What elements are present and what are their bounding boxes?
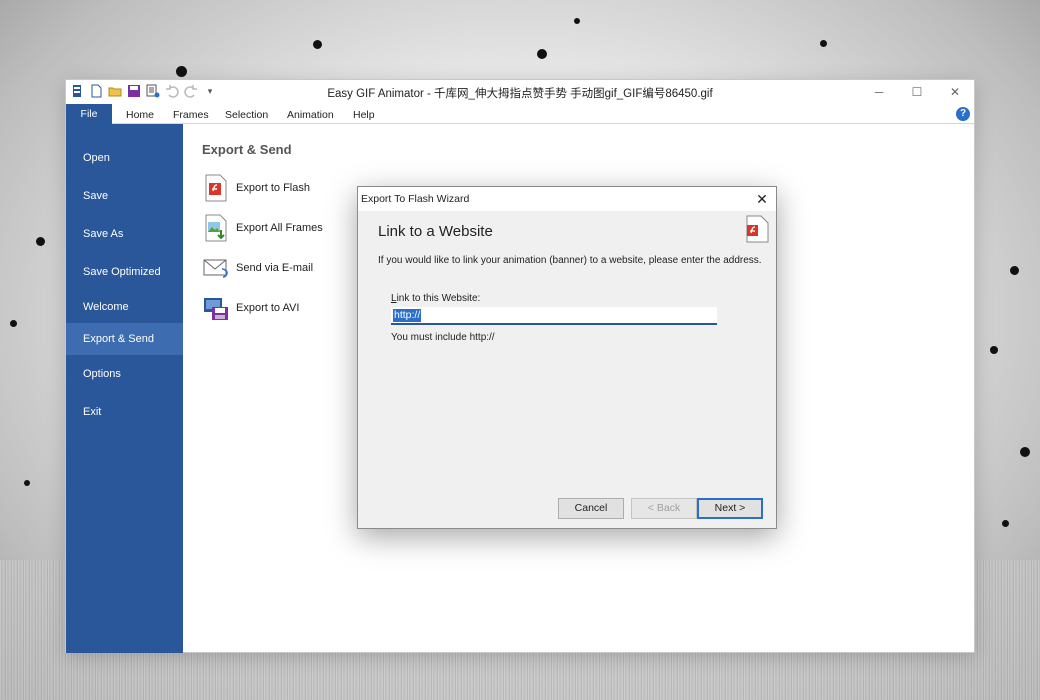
avi-video-icon (202, 294, 230, 322)
website-url-selected-text: http:// (393, 309, 422, 322)
background-dot (1002, 520, 1009, 527)
website-field-label: Link to this Website: (391, 293, 480, 304)
cancel-button[interactable]: Cancel (558, 498, 624, 519)
dialog-title: Export To Flash Wizard (361, 193, 470, 205)
flash-file-icon (202, 174, 230, 202)
export-to-avi-label: Export to AVI (236, 302, 300, 314)
sidebar-item-exit[interactable]: Exit (66, 396, 183, 428)
background-dot (820, 40, 827, 47)
sidebar-item-options[interactable]: Options (66, 358, 183, 390)
tab-help[interactable]: Help (353, 109, 375, 121)
sidebar-item-welcome[interactable]: Welcome (66, 291, 183, 323)
flash-file-icon (745, 215, 771, 243)
background-dot (1010, 266, 1019, 275)
sidebar-item-save-optimized[interactable]: Save Optimized (66, 256, 183, 288)
send-via-email-label: Send via E-mail (236, 262, 314, 274)
export-to-avi-item[interactable]: Export to AVI (202, 293, 299, 323)
send-via-email-item[interactable]: Send via E-mail (202, 253, 313, 283)
export-flash-wizard-dialog: Export To Flash Wizard ✕ Link to a Websi… (357, 186, 777, 529)
dialog-description: If you would like to link your animation… (378, 255, 762, 266)
website-url-input[interactable] (391, 307, 717, 325)
tab-frames[interactable]: Frames (173, 109, 209, 121)
dialog-close-button[interactable]: ✕ (750, 187, 774, 211)
export-to-flash-item[interactable]: Export to Flash (202, 173, 310, 203)
dialog-heading: Link to a Website (378, 223, 493, 240)
section-title: Export & Send (202, 142, 292, 157)
close-button[interactable]: ✕ (936, 82, 974, 102)
sidebar-item-open[interactable]: Open (66, 142, 183, 174)
background-dot (176, 66, 187, 77)
background-dot (36, 237, 45, 246)
minimize-button[interactable]: ─ (860, 82, 898, 102)
export-all-frames-label: Export All Frames (236, 222, 323, 234)
background-dot (24, 480, 30, 486)
title-bar: ▾ Easy GIF Animator - 千库网_伸大拇指点赞手势 手动图gi… (66, 80, 974, 104)
back-button[interactable]: < Back (631, 498, 697, 519)
export-to-flash-label: Export to Flash (236, 182, 310, 194)
background-dot (10, 320, 17, 327)
next-button[interactable]: Next > (697, 498, 763, 519)
sidebar-item-save-as[interactable]: Save As (66, 218, 183, 250)
export-all-frames-item[interactable]: Export All Frames (202, 213, 323, 243)
email-icon (202, 254, 230, 282)
dialog-title-bar: Export To Flash Wizard ✕ (358, 187, 776, 211)
background-dot (1020, 447, 1030, 457)
tab-home[interactable]: Home (126, 109, 154, 121)
ribbon-tabs: File Home Frames Selection Animation Hel… (66, 104, 974, 124)
tab-animation[interactable]: Animation (287, 109, 334, 121)
field-label-text: ink to this Website: (396, 293, 481, 304)
background-dot (574, 18, 580, 24)
tab-selection[interactable]: Selection (225, 109, 268, 121)
sidebar-item-save[interactable]: Save (66, 180, 183, 212)
background-dot (990, 346, 998, 354)
background-dot (537, 49, 547, 59)
maximize-button[interactable]: ☐ (898, 82, 936, 102)
website-field-hint: You must include http:// (391, 332, 495, 343)
backstage-sidebar: Open Save Save As Save Optimized Welcome… (66, 124, 183, 653)
window-title: Easy GIF Animator - 千库网_伸大拇指点赞手势 手动图gif_… (327, 88, 713, 100)
image-export-icon (202, 214, 230, 242)
background-dot (313, 40, 322, 49)
help-icon[interactable]: ? (956, 107, 970, 121)
sidebar-item-export-send[interactable]: Export & Send (66, 323, 183, 355)
tab-file[interactable]: File (66, 104, 112, 124)
